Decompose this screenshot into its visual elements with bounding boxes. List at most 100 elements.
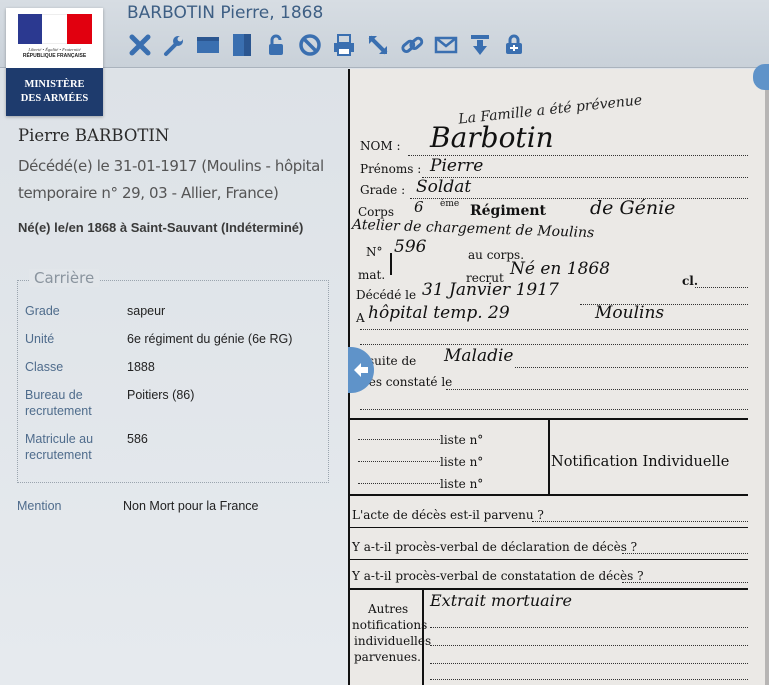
- close-button[interactable]: [127, 32, 153, 58]
- mention-label: Mention: [17, 499, 62, 513]
- lock-icon: [269, 34, 283, 55]
- career-label: Bureau de recrutement: [25, 388, 92, 418]
- doc-dotted-line: [358, 483, 440, 484]
- doc-autres-3: individuelles: [354, 634, 432, 648]
- doc-dotted-line: [430, 645, 748, 646]
- doc-question-1: L'acte de décès est-il parvenu ?: [352, 508, 544, 522]
- doc-hopital-value: hôpital temp. 29: [368, 303, 510, 323]
- doc-dotted-line: [360, 329, 748, 330]
- doc-liste-3: liste n°: [440, 477, 484, 491]
- doc-corps-value: de Génie: [590, 197, 676, 219]
- doc-dotted-line: [430, 663, 748, 664]
- doc-no-value: 596: [394, 237, 427, 257]
- marianne-flag-icon: [17, 14, 92, 44]
- horizontal-layout-icon: [197, 37, 219, 53]
- career-label: Grade: [25, 304, 60, 318]
- top-bar: BARBOTIN Pierre, 1868: [0, 0, 769, 68]
- career-value: 6e régiment du génie (6e RG): [127, 332, 293, 346]
- print-button[interactable]: [331, 32, 357, 58]
- forbidden-icon: [299, 34, 321, 56]
- document-edge: [765, 69, 769, 685]
- death-info: Décédé(e) le 31-01-1917 (Moulins - hôpit…: [18, 157, 324, 202]
- wrench-icon: [164, 36, 183, 56]
- doc-rule: [350, 588, 748, 590]
- doc-corps-number: 6: [414, 198, 424, 216]
- record-panel: Pierre BARBOTIN Décédé(e) le 31-01-1917 …: [0, 69, 348, 685]
- doc-corps-ordinal: ème: [440, 199, 460, 209]
- download-icon: [471, 35, 489, 55]
- doc-autres-4: parvenues.: [354, 650, 421, 664]
- doc-dotted-line: [430, 627, 748, 628]
- doc-question-2: Y a-t-il procès-verbal de déclaration de…: [352, 540, 638, 554]
- doc-autres-value: Extrait mortuaire: [430, 591, 572, 610]
- ministry-line-1: MINISTÈRE: [24, 79, 85, 90]
- doc-rule: [548, 420, 550, 494]
- career-label: Classe: [25, 360, 64, 374]
- doc-constate-label: cès constaté le: [362, 375, 453, 389]
- doc-dotted-line: [360, 344, 748, 345]
- doc-dotted-line: [622, 582, 748, 583]
- doc-cl-label: cl.: [682, 274, 699, 288]
- doc-rule: [350, 494, 748, 496]
- doc-nom-label: NOM :: [360, 139, 401, 153]
- share-icon: [506, 34, 522, 54]
- doc-decede-label: Décédé le: [356, 288, 417, 302]
- doc-dotted-line: [532, 521, 748, 522]
- vertical-layout-button[interactable]: [229, 32, 255, 58]
- doc-rule: [350, 559, 748, 560]
- doc-rule: [350, 527, 748, 528]
- doc-nom-value: Barbotin: [430, 121, 554, 154]
- career-label: Unité: [25, 332, 55, 346]
- doc-dotted-line: [515, 367, 748, 368]
- motto: Liberté • Égalité • Fraternité: [28, 47, 81, 52]
- doc-grade-value: Soldat: [416, 177, 472, 197]
- document-viewer[interactable]: La Famille a été prévenue NOM : Barbotin…: [348, 69, 769, 685]
- expand-icon: [368, 35, 388, 55]
- vertical-layout-icon: [233, 34, 251, 56]
- doc-recrut-value: Né en 1868: [510, 259, 611, 279]
- ministry-line-2: DES ARMÉES: [20, 93, 89, 104]
- doc-dotted-line: [622, 553, 748, 554]
- doc-suite-label: suite de: [368, 354, 417, 368]
- forbidden-button[interactable]: [297, 32, 323, 58]
- doc-suite-value: Maladie: [444, 346, 514, 366]
- doc-notification: Notification Individuelle: [551, 454, 730, 470]
- career-value: Poitiers (86): [127, 388, 195, 402]
- mention-value: Non Mort pour la France: [123, 499, 259, 513]
- career-value: 1888: [127, 360, 155, 374]
- link-icon: [401, 36, 424, 53]
- link-button[interactable]: [399, 32, 425, 58]
- doc-prenoms-label: Prénoms :: [360, 162, 422, 176]
- close-icon: [129, 34, 151, 56]
- expand-button[interactable]: [365, 32, 391, 58]
- share-button[interactable]: [501, 32, 527, 58]
- horizontal-layout-button[interactable]: [195, 32, 221, 58]
- doc-autres-2: notifications: [352, 618, 428, 632]
- doc-grade-label: Grade :: [360, 183, 406, 197]
- doc-dotted-line: [358, 439, 440, 440]
- doc-hopital-label: A: [356, 311, 365, 325]
- doc-liste-1: liste n°: [440, 433, 484, 447]
- download-button[interactable]: [467, 32, 493, 58]
- republic-label: RÉPUBLIQUE FRANÇAISE: [22, 53, 87, 59]
- birth-info: Né(e) le/en 1868 à Saint-Sauvant (Indéte…: [18, 220, 304, 235]
- career-legend: Carrière: [29, 269, 100, 287]
- career-section: Carrière Grade sapeur Unité 6e régiment …: [17, 269, 329, 483]
- doc-dotted-line: [358, 461, 440, 462]
- tools-button[interactable]: [161, 32, 187, 58]
- doc-corps-line2: Atelier de chargement de Moulins: [351, 216, 595, 242]
- doc-mat-label: mat.: [358, 268, 386, 282]
- print-icon: [334, 34, 354, 56]
- doc-decede-value: 31 Janvier 1917: [422, 280, 559, 300]
- doc-dotted-line: [410, 198, 748, 199]
- page-title: BARBOTIN Pierre, 1868: [127, 3, 324, 23]
- mail-icon: [434, 36, 458, 54]
- expand-corner-button[interactable]: [753, 64, 769, 90]
- doc-dotted-line: [446, 389, 748, 390]
- lock-button[interactable]: [263, 32, 289, 58]
- doc-dotted-line: [695, 287, 748, 288]
- doc-corps-regiment: Régiment: [470, 203, 547, 219]
- mail-button[interactable]: [433, 32, 459, 58]
- arrow-left-icon: [354, 363, 368, 377]
- doc-rule: [422, 590, 424, 685]
